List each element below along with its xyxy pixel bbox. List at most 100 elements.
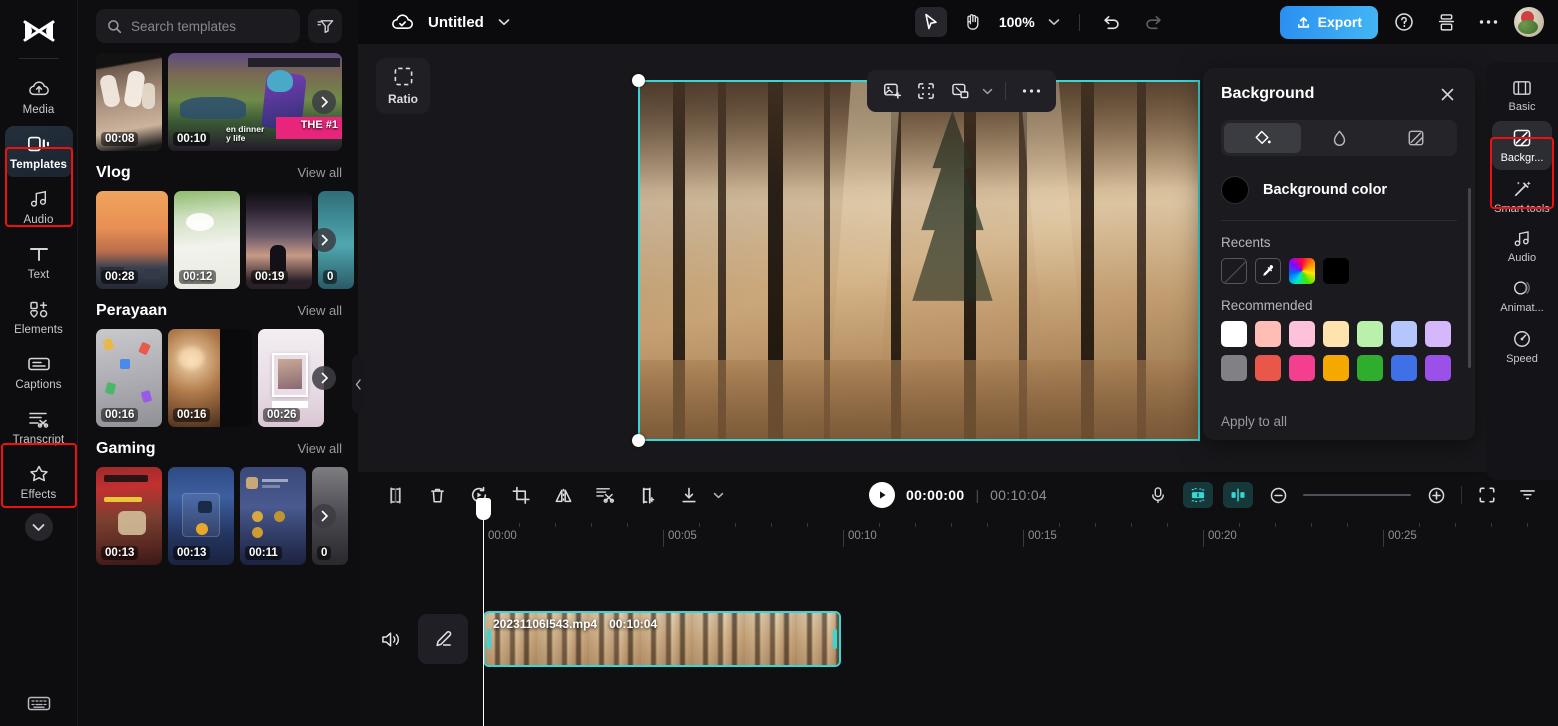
template-thumbnail[interactable]: 00:28 (96, 191, 168, 289)
cloud-check-icon[interactable] (386, 7, 418, 37)
template-row-next-button[interactable] (312, 228, 336, 252)
template-row-next-button[interactable] (312, 504, 336, 528)
sidebar-item-text[interactable]: Text (5, 236, 73, 287)
template-thumbnail[interactable]: 00:08 (96, 53, 162, 151)
template-thumbnail[interactable]: 00:11 (240, 467, 306, 565)
split-tool[interactable] (380, 480, 410, 510)
project-title[interactable]: Untitled (428, 14, 484, 31)
mirror-tool[interactable] (548, 480, 578, 510)
search-input[interactable] (131, 19, 289, 34)
video-clip[interactable]: 20231106I543.mp4 00:10:04 (483, 611, 841, 667)
clip-trim-handle-right[interactable] (833, 629, 837, 649)
timeline-ruler[interactable]: 00:00 00:05 00:10 00:15 00:20 00:25 (358, 518, 1558, 548)
collapse-templates-panel-button[interactable] (352, 355, 365, 413)
template-row-next-button[interactable] (312, 90, 336, 114)
recommended-swatch[interactable] (1391, 355, 1417, 381)
no-color-swatch[interactable] (1221, 258, 1247, 284)
play-button[interactable] (869, 482, 895, 508)
record-voice-button[interactable] (1143, 482, 1173, 508)
playhead-handle[interactable] (476, 498, 491, 520)
view-all-link-vlog[interactable]: View all (297, 165, 342, 180)
search-box[interactable] (96, 9, 300, 43)
right-item-smart-tools[interactable]: Smart tools (1492, 172, 1552, 221)
delete-tool[interactable] (422, 480, 452, 510)
fit-timeline-button[interactable] (1472, 480, 1502, 510)
clip-trim-handle-left[interactable] (487, 629, 491, 649)
playhead[interactable] (483, 518, 484, 726)
sidebar-item-transcript[interactable]: Transcript (5, 401, 73, 452)
recommended-swatch[interactable] (1255, 321, 1281, 347)
select-tool-button[interactable] (915, 7, 947, 37)
view-all-link-gaming[interactable]: View all (297, 441, 342, 456)
layout-button[interactable] (1430, 7, 1462, 37)
hand-tool-button[interactable] (957, 7, 989, 37)
crop-tool[interactable] (506, 480, 536, 510)
right-item-basic[interactable]: Basic (1492, 72, 1552, 119)
add-image-button[interactable] (877, 76, 907, 106)
sidebar-item-captions[interactable]: Captions (5, 346, 73, 397)
eyedropper-swatch[interactable] (1255, 258, 1281, 284)
recommended-swatch[interactable] (1255, 355, 1281, 381)
recommended-swatch[interactable] (1289, 355, 1315, 381)
recommended-swatch[interactable] (1425, 321, 1451, 347)
freeze-tool[interactable] (632, 480, 662, 510)
background-color-swatch[interactable] (1221, 176, 1249, 204)
tab-color[interactable] (1224, 123, 1301, 153)
recommended-swatch[interactable] (1221, 355, 1247, 381)
tab-pattern[interactable] (1377, 123, 1454, 153)
undo-button[interactable] (1096, 7, 1128, 37)
close-button[interactable] (1437, 84, 1457, 104)
template-thumbnail[interactable]: 00:16 (96, 329, 162, 427)
more-options-button[interactable] (1472, 7, 1504, 37)
background-color-row[interactable]: Background color (1203, 156, 1475, 220)
view-all-link-perayaan[interactable]: View all (297, 303, 342, 318)
right-item-background[interactable]: Backgr... (1492, 121, 1552, 170)
template-thumbnail[interactable]: 00:16 (168, 329, 252, 427)
recommended-swatch[interactable] (1425, 355, 1451, 381)
recommended-swatch[interactable] (1289, 321, 1315, 347)
redo-button[interactable] (1138, 7, 1170, 37)
apply-to-all-button[interactable]: Apply to all (1203, 402, 1475, 440)
video-preview-frame[interactable] (638, 80, 1200, 441)
expand-sidebar-button[interactable] (25, 513, 53, 541)
color-wheel-swatch[interactable] (1289, 258, 1315, 284)
zoom-level-label[interactable]: 100% (999, 14, 1035, 30)
filter-button[interactable] (308, 9, 342, 43)
mute-track-button[interactable] (380, 630, 402, 649)
zoom-in-button[interactable] (1421, 480, 1451, 510)
black-swatch[interactable] (1323, 258, 1349, 284)
chevron-down-icon[interactable] (494, 7, 514, 37)
audio-separate-button[interactable] (1223, 482, 1253, 508)
preview-more-button[interactable] (1016, 76, 1046, 106)
templates-scroll-area[interactable]: 00:08 THE #1 en dinnery life 00:10 (78, 53, 358, 726)
sidebar-item-effects[interactable]: Effects (5, 456, 73, 507)
picture-in-picture-button[interactable] (945, 76, 975, 106)
template-row-next-button[interactable] (312, 366, 336, 390)
chevron-down-icon[interactable] (710, 480, 726, 510)
edit-track-button[interactable] (418, 614, 468, 664)
sidebar-item-media[interactable]: Media (5, 71, 73, 122)
right-item-speed[interactable]: Speed (1492, 322, 1552, 371)
recommended-swatch[interactable] (1221, 321, 1247, 347)
avatar[interactable] (1514, 7, 1544, 37)
auto-captions-button[interactable] (1183, 482, 1213, 508)
template-thumbnail[interactable]: 00:13 (168, 467, 234, 565)
pip-caret-icon[interactable] (979, 88, 995, 95)
sidebar-item-audio[interactable]: Audio (5, 181, 73, 232)
help-button[interactable] (1388, 7, 1420, 37)
ratio-button[interactable]: Ratio (376, 58, 430, 114)
right-item-animation[interactable]: Animat... (1492, 272, 1552, 320)
zoom-out-button[interactable] (1263, 480, 1293, 510)
capcut-logo-icon[interactable] (16, 12, 62, 52)
template-thumbnail[interactable]: 00:19 (246, 191, 312, 289)
fit-frame-button[interactable] (911, 76, 941, 106)
shortcuts-button[interactable] (0, 695, 78, 712)
export-button[interactable]: Export (1280, 6, 1378, 39)
recommended-swatch[interactable] (1357, 355, 1383, 381)
recommended-swatch[interactable] (1357, 321, 1383, 347)
tab-blur[interactable] (1301, 123, 1378, 153)
auto-cut-tool[interactable] (590, 480, 620, 510)
panel-scrollbar[interactable] (1468, 188, 1471, 368)
sidebar-item-elements[interactable]: Elements (5, 291, 73, 342)
download-tool[interactable] (674, 480, 704, 510)
